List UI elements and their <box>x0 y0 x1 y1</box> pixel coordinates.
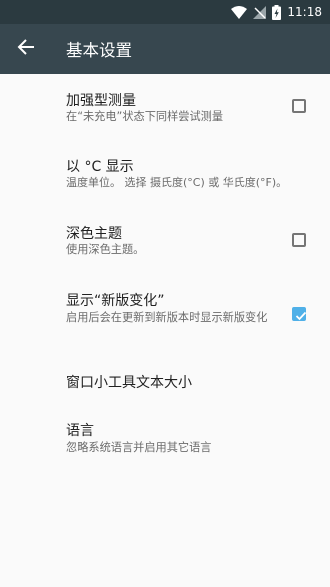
status-bar: 11:18 <box>0 0 330 24</box>
back-button[interactable] <box>6 29 46 69</box>
setting-dark-theme[interactable]: 深色主题 使用深色主题。 <box>0 214 330 282</box>
setting-show-changelog[interactable]: 显示“新版变化” 启用后会在更新到新版本时显示新版变化 <box>0 282 330 362</box>
setting-widget-text-size[interactable]: 窗口小工具文本大小 <box>0 362 330 402</box>
setting-title: 以 °C 显示 <box>66 159 134 175</box>
setting-title: 窗口小工具文本大小 <box>66 375 192 391</box>
setting-enhanced-measurement[interactable]: 加强型测量 在“未充电”状态下同样尝试测量 <box>0 74 330 148</box>
battery-charging-icon <box>272 4 282 20</box>
setting-title: 语言 <box>66 423 94 439</box>
checkbox-show-changelog[interactable] <box>292 307 307 321</box>
setting-language[interactable]: 语言 忽略系统语言并启用其它语言 <box>0 402 330 466</box>
page-title: 基本设置 <box>66 41 132 60</box>
status-time: 11:18 <box>287 5 322 19</box>
check-icon <box>295 311 307 321</box>
no-signal-icon <box>253 5 267 19</box>
setting-subtitle: 在“未充电”状态下同样尝试测量 <box>66 110 224 123</box>
checkbox-enhanced-measurement[interactable] <box>292 99 306 113</box>
app-bar: 基本设置 <box>0 24 330 74</box>
wifi-icon <box>231 5 248 19</box>
arrow-back-icon <box>17 38 35 60</box>
setting-title: 深色主题 <box>66 226 122 242</box>
setting-subtitle: 启用后会在更新到新版本时显示新版变化 <box>66 311 268 324</box>
setting-celsius[interactable]: 以 °C 显示 温度单位。 选择 摄氏度(°C) 或 华氏度(°F)。 <box>0 148 330 214</box>
setting-subtitle: 温度单位。 选择 摄氏度(°C) 或 华氏度(°F)。 <box>66 176 288 189</box>
setting-title: 加强型测量 <box>66 93 136 109</box>
setting-title: 显示“新版变化” <box>66 293 165 309</box>
checkbox-dark-theme[interactable] <box>292 233 306 247</box>
setting-subtitle: 使用深色主题。 <box>66 243 145 256</box>
setting-subtitle: 忽略系统语言并启用其它语言 <box>66 441 212 454</box>
